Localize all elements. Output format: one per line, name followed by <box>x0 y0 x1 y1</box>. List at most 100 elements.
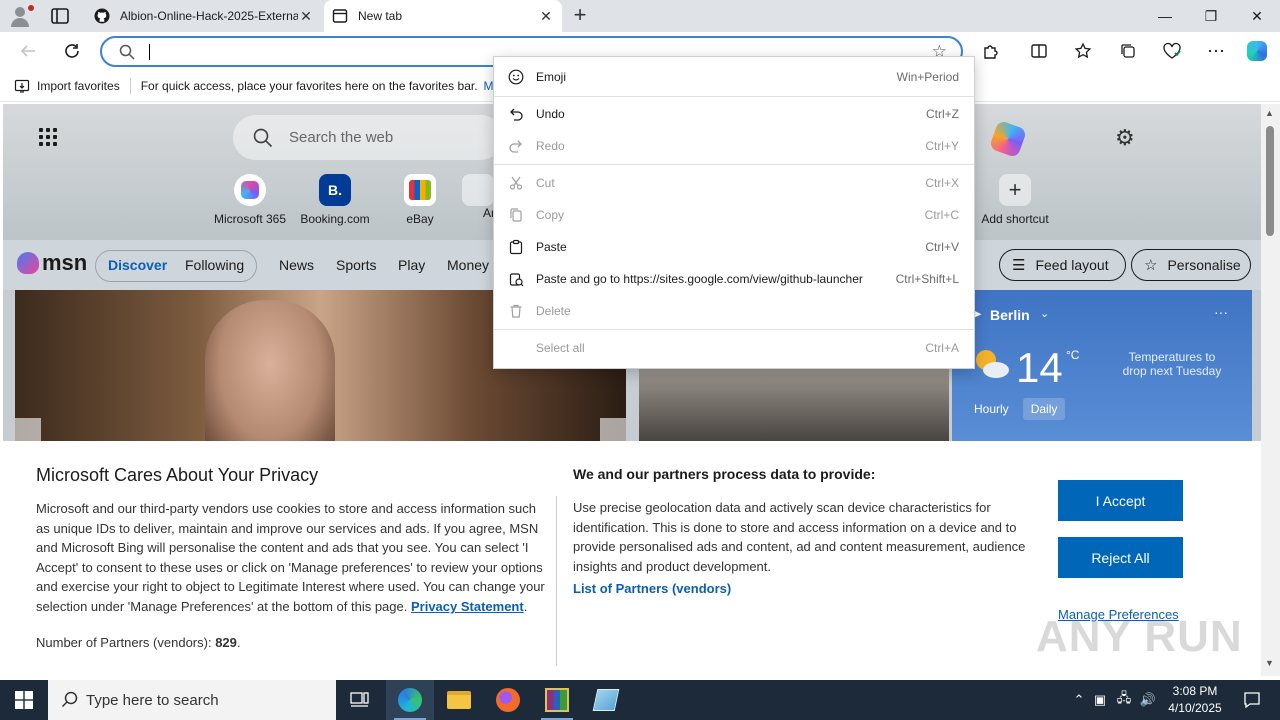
partners-count-label: Number of Partners (vendors): <box>36 635 212 650</box>
volume-icon[interactable]: 🔊 <box>1136 692 1160 708</box>
start-button[interactable] <box>0 680 48 720</box>
scroll-up-icon[interactable]: ▲ <box>1265 108 1274 118</box>
web-search-box[interactable]: Search the web <box>233 115 503 160</box>
nav-news[interactable]: News <box>279 257 314 273</box>
refresh-button[interactable] <box>60 39 84 63</box>
privacy-body: Microsoft and our third-party vendors us… <box>36 501 545 614</box>
extensions-button[interactable] <box>979 39 1003 63</box>
weather-city[interactable]: Berlin <box>990 307 1030 323</box>
weather-tab-hourly[interactable]: Hourly <box>966 398 1017 420</box>
accept-button[interactable]: I Accept <box>1058 480 1183 521</box>
collections-button[interactable] <box>1116 39 1140 63</box>
menu-item-emoji[interactable]: Emoji Win+Period <box>494 62 974 92</box>
tab-new-tab[interactable]: New tab ✕ <box>324 0 562 32</box>
browser-essentials-button[interactable] <box>1160 39 1184 63</box>
profile-avatar-icon[interactable] <box>8 4 34 28</box>
copilot-icon[interactable] <box>988 119 1028 159</box>
nav-following[interactable]: Following <box>185 257 244 273</box>
cut-icon <box>507 174 525 192</box>
taskbar-firefox[interactable] <box>484 680 532 720</box>
app-launcher-icon[interactable] <box>39 128 57 146</box>
weather-temperature: 14 <box>1016 344 1063 391</box>
task-view-button[interactable] <box>336 680 384 720</box>
close-window-button[interactable]: ✕ <box>1234 0 1280 32</box>
favorites-button[interactable] <box>1071 39 1095 63</box>
taskbar-file-explorer[interactable] <box>435 680 483 720</box>
nav-sports[interactable]: Sports <box>336 257 376 273</box>
title-bar: Albion-Online-Hack-2025-External ✕ New t… <box>0 0 1280 32</box>
close-tab-icon[interactable]: ✕ <box>538 8 554 25</box>
menu-item-label: Paste <box>536 240 567 254</box>
show-hidden-icons-chevron-icon[interactable]: ⌃ <box>1070 692 1088 708</box>
menu-item-paste[interactable]: Paste Ctrl+V <box>494 232 974 262</box>
weather-card[interactable]: ➤ Berlin ⌄ ··· 14 °C Temperatures to dro… <box>952 290 1252 450</box>
microsoft-365-icon <box>234 174 266 206</box>
refresh-icon <box>65 44 79 58</box>
feed-layout-button[interactable]: ☰ Feed layout <box>999 249 1126 281</box>
chevron-down-icon[interactable]: ⌄ <box>1040 307 1049 320</box>
shortcut-microsoft-365[interactable]: Microsoft 365 <box>207 174 293 226</box>
delete-icon <box>507 302 525 320</box>
clock[interactable]: 3:08 PM 4/10/2025 <box>1160 683 1230 717</box>
close-tab-icon[interactable]: ✕ <box>298 8 314 25</box>
data-processing-body: Use precise geolocation data and activel… <box>573 500 1026 574</box>
redo-icon <box>507 137 525 155</box>
split-screen-button[interactable] <box>1027 39 1051 63</box>
import-favorites-button[interactable]: Import favorites <box>14 78 120 94</box>
shortcut-ebay[interactable]: eBay <box>377 174 463 226</box>
menu-item-paste-and-go[interactable]: Paste and go to https://sites.google.com… <box>494 264 974 294</box>
network-icon[interactable]: 🖧 <box>1112 689 1136 711</box>
shortcut-booking[interactable]: B. Booking.com <box>292 174 378 226</box>
copilot-button[interactable] <box>1245 39 1269 63</box>
weather-unit: °C <box>1066 348 1080 362</box>
gear-icon[interactable]: ⚙ <box>1115 125 1135 151</box>
menu-item-label: Paste and go to https://sites.google.com… <box>536 272 863 286</box>
menu-item-shortcut: Ctrl+A <box>925 341 959 355</box>
more-options-icon[interactable]: ··· <box>1214 304 1228 320</box>
weather-note[interactable]: Temperatures to drop next Tuesday <box>1120 350 1224 378</box>
menu-item-label: Undo <box>536 107 565 121</box>
settings-more-button[interactable]: ⋯ <box>1204 39 1228 63</box>
tab-title: New tab <box>358 9 403 23</box>
reject-all-button[interactable]: Reject All <box>1058 537 1183 578</box>
add-shortcut-button[interactable]: + Add shortcut <box>972 174 1058 226</box>
menu-item-shortcut: Ctrl+V <box>925 240 959 254</box>
partly-cloudy-icon <box>976 350 1009 378</box>
scrollbar-thumb[interactable] <box>1266 126 1274 236</box>
msn-logo-text: msn <box>42 250 88 275</box>
privacy-statement-link[interactable]: Privacy Statement <box>411 599 524 614</box>
back-button[interactable] <box>16 39 40 63</box>
taskbar-winrar[interactable] <box>533 680 581 720</box>
notifications-button[interactable] <box>1232 680 1272 720</box>
menu-item-label: Copy <box>536 208 565 222</box>
nav-play[interactable]: Play <box>398 257 425 273</box>
menu-item-undo[interactable]: Undo Ctrl+Z <box>494 99 974 129</box>
personalise-button[interactable]: ☆ Personalise <box>1131 249 1251 281</box>
tab-actions-icon[interactable] <box>50 7 70 25</box>
menu-item-select-all: Select all Ctrl+A <box>494 333 974 363</box>
restore-button[interactable]: ❐ <box>1188 0 1234 32</box>
partners-list-link[interactable]: List of Partners (vendors) <box>573 581 731 596</box>
scroll-down-icon[interactable]: ▼ <box>1265 658 1274 668</box>
device-icon[interactable]: ▣ <box>1088 692 1112 708</box>
more-dots-icon: ⋯ <box>1207 40 1225 61</box>
favorites-star-icon <box>1074 42 1092 59</box>
weather-tab-daily[interactable]: Daily <box>1022 398 1066 420</box>
taskbar-notepad[interactable] <box>582 680 630 720</box>
msn-logo[interactable]: msn <box>17 250 87 276</box>
tab-github[interactable]: Albion-Online-Hack-2025-External ✕ <box>86 0 322 32</box>
menu-item-shortcut: Ctrl+Z <box>926 107 959 121</box>
nav-discover[interactable]: Discover <box>108 257 167 273</box>
taskbar-edge[interactable] <box>386 680 434 720</box>
minimize-button[interactable]: — <box>1142 0 1188 32</box>
undo-icon <box>507 105 525 123</box>
taskbar-search-box[interactable]: Type here to search <box>48 680 336 720</box>
search-icon <box>253 128 273 148</box>
nav-money[interactable]: Money <box>447 257 489 273</box>
notepad-icon <box>592 689 620 711</box>
menu-item-shortcut: Ctrl+C <box>924 208 959 222</box>
divider <box>129 77 131 94</box>
new-tab-button[interactable]: + <box>568 4 592 28</box>
text-caret <box>149 44 150 60</box>
page-scrollbar[interactable]: ▲ ▼ <box>1261 104 1280 676</box>
